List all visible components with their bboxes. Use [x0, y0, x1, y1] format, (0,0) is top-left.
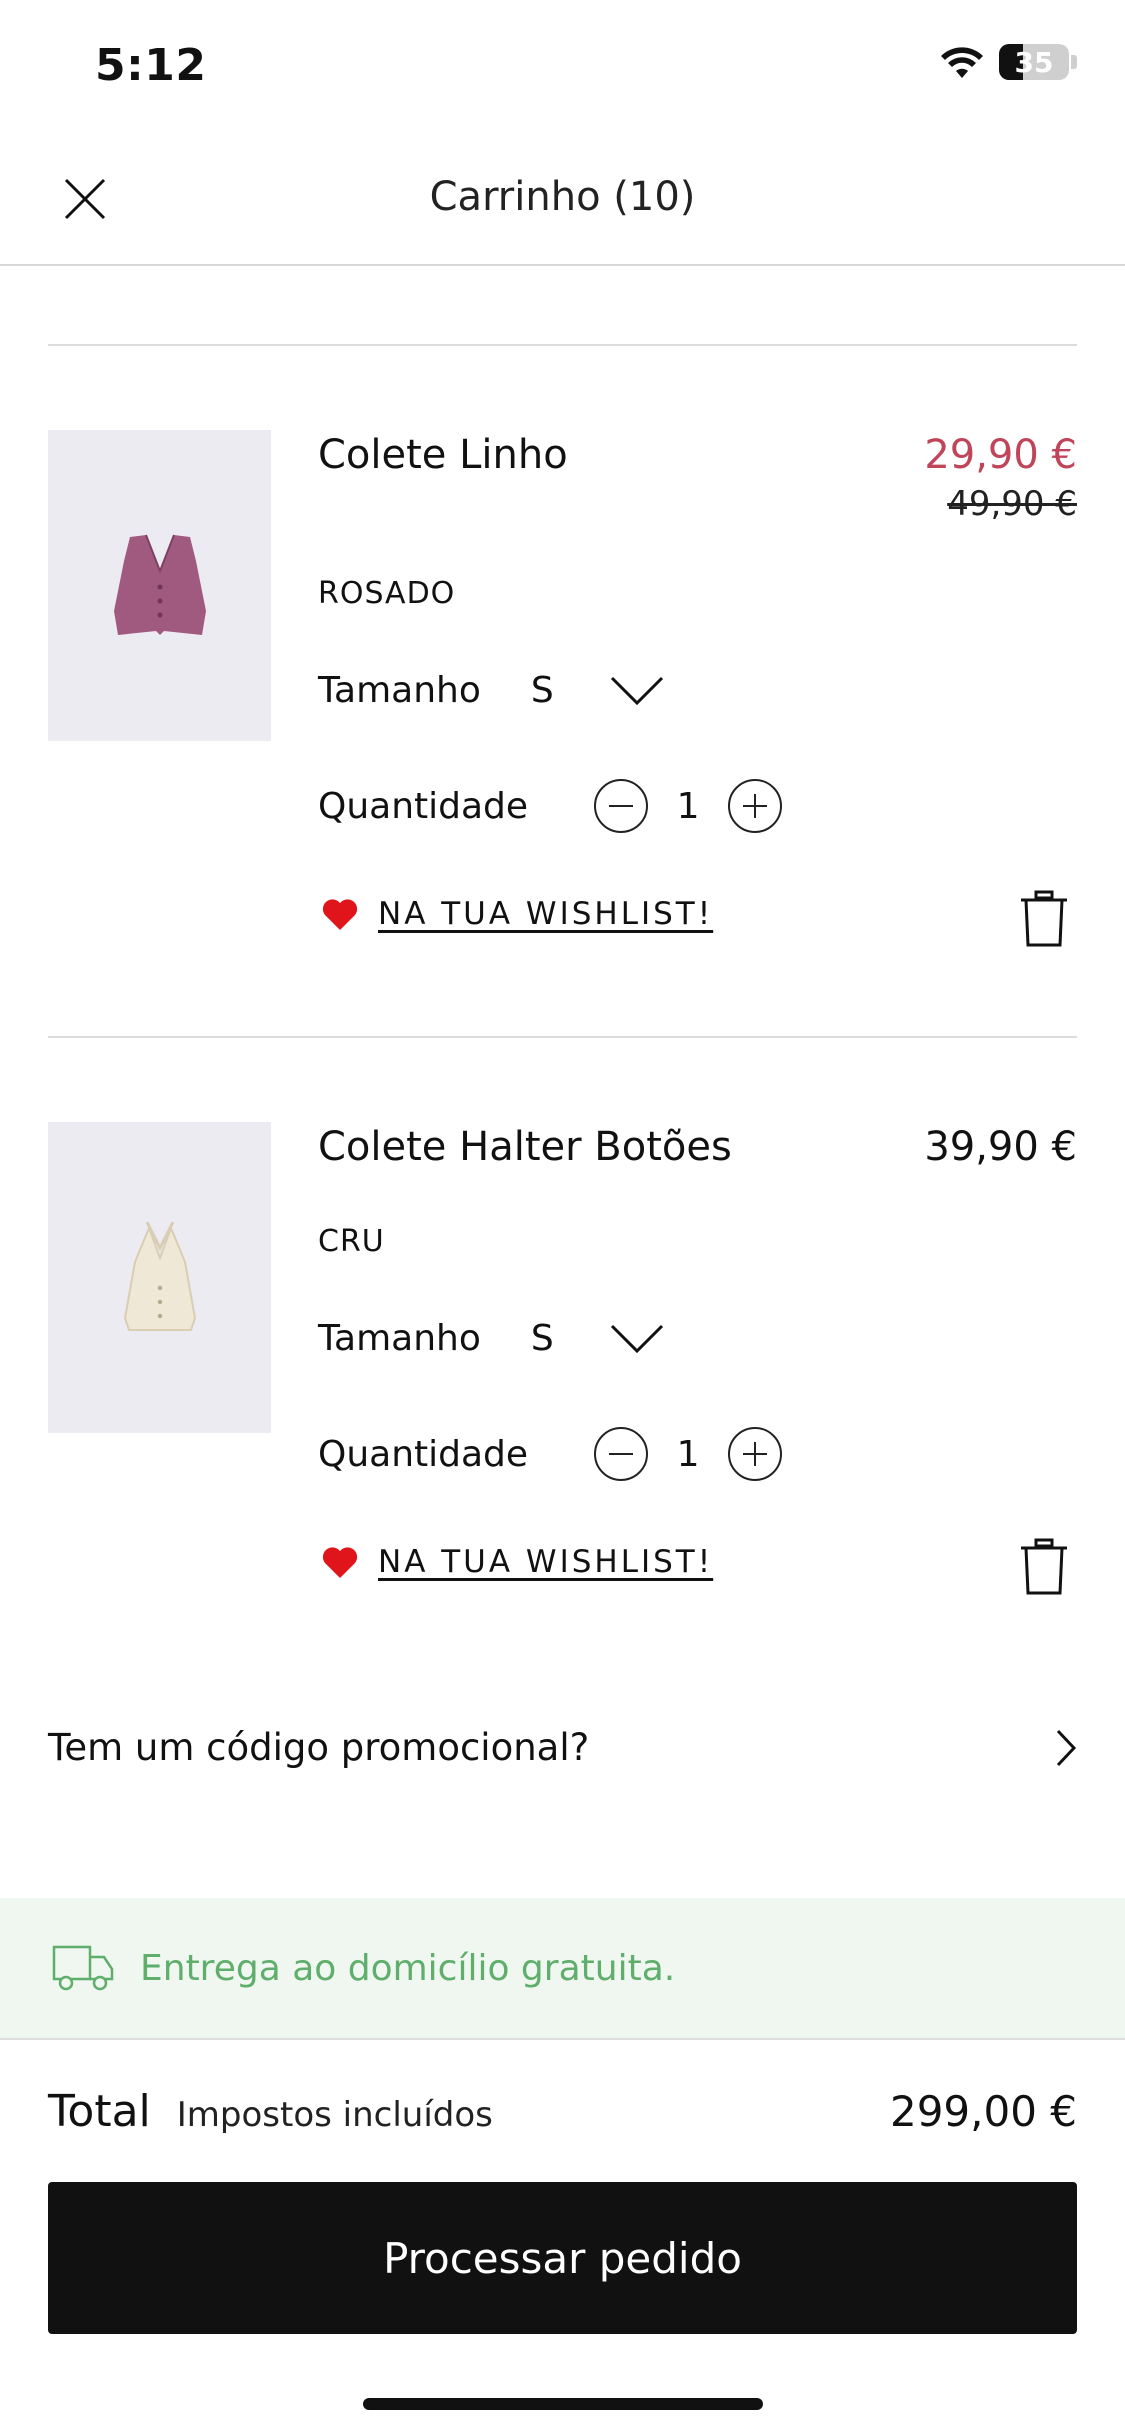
sale-price: 29,90 €: [924, 432, 1077, 478]
price: 39,90 €: [924, 1124, 1077, 1170]
quantity-label: Quantidade: [318, 1433, 529, 1475]
header-divider: [0, 264, 1125, 266]
trash-icon: [1021, 890, 1067, 947]
home-indicator[interactable]: [363, 2398, 763, 2410]
quantity-value: 1: [676, 785, 700, 827]
vest-icon: [113, 534, 206, 635]
size-label: Tamanho: [318, 1318, 481, 1359]
delivery-banner: Entrega ao domicílio gratuita.: [0, 1898, 1125, 2038]
truck-icon: [52, 1945, 114, 1991]
wishlist-link[interactable]: NA TUA WISHLIST!: [378, 896, 713, 932]
total-row: Total Impostos incluídos 299,00 €: [48, 2086, 1077, 2137]
list-divider: [48, 344, 1077, 346]
promo-code-row[interactable]: Tem um código promocional?: [48, 1726, 1077, 1769]
delivery-text: Entrega ao domicílio gratuita.: [140, 1947, 676, 1989]
decrease-quantity-button[interactable]: [594, 779, 649, 833]
wifi-icon: [941, 47, 983, 78]
banner-divider: [0, 2038, 1125, 2040]
trash-icon: [1021, 1538, 1067, 1595]
delete-item-button[interactable]: [1019, 1538, 1069, 1596]
heart-icon: [322, 899, 358, 930]
wishlist-row[interactable]: NA TUA WISHLIST!: [320, 896, 713, 932]
wishlist-row[interactable]: NA TUA WISHLIST!: [320, 1544, 713, 1580]
chevron-down-icon[interactable]: [609, 675, 665, 707]
checkout-button[interactable]: Processar pedido: [48, 2182, 1077, 2334]
quantity-stepper: Quantidade 1: [318, 779, 783, 833]
promo-code-label: Tem um código promocional?: [48, 1726, 590, 1769]
delete-item-button[interactable]: [1019, 890, 1069, 948]
product-image-colete-linho[interactable]: [48, 430, 271, 741]
size-selector[interactable]: Tamanho S: [318, 1318, 665, 1359]
status-time: 5:12: [95, 40, 207, 91]
size-label: Tamanho: [318, 670, 481, 711]
original-price: 49,90 €: [947, 484, 1077, 524]
product-name[interactable]: Colete Linho: [318, 432, 568, 478]
status-icons: 35: [939, 44, 1077, 80]
total-value: 299,00 €: [889, 2087, 1077, 2136]
increase-quantity-button[interactable]: [728, 779, 783, 833]
heart-icon: [322, 1547, 358, 1578]
chevron-right-icon: [1056, 1729, 1077, 1766]
item-divider: [48, 1036, 1077, 1038]
battery-icon: 35: [999, 44, 1069, 80]
chevron-down-icon[interactable]: [609, 1323, 665, 1355]
decrease-quantity-button[interactable]: [594, 1427, 649, 1481]
page-title: Carrinho (10): [429, 174, 696, 220]
quantity-stepper: Quantidade 1: [318, 1427, 783, 1481]
quantity-value: 1: [676, 1433, 700, 1475]
halter-top-icon: [123, 1220, 196, 1331]
total-label: Total: [48, 2086, 151, 2137]
size-selector[interactable]: Tamanho S: [318, 670, 665, 711]
product-name[interactable]: Colete Halter Botões: [318, 1124, 732, 1170]
product-image-colete-halter[interactable]: [48, 1122, 271, 1433]
size-value[interactable]: S: [531, 1318, 554, 1359]
battery-level: 35: [1014, 45, 1054, 79]
product-color: ROSADO: [318, 576, 456, 611]
wishlist-link[interactable]: NA TUA WISHLIST!: [378, 1544, 713, 1580]
size-value[interactable]: S: [531, 670, 554, 711]
quantity-label: Quantidade: [318, 785, 529, 827]
tax-note: Impostos incluídos: [176, 2095, 493, 2135]
increase-quantity-button[interactable]: [728, 1427, 783, 1481]
product-color: CRU: [318, 1224, 385, 1259]
